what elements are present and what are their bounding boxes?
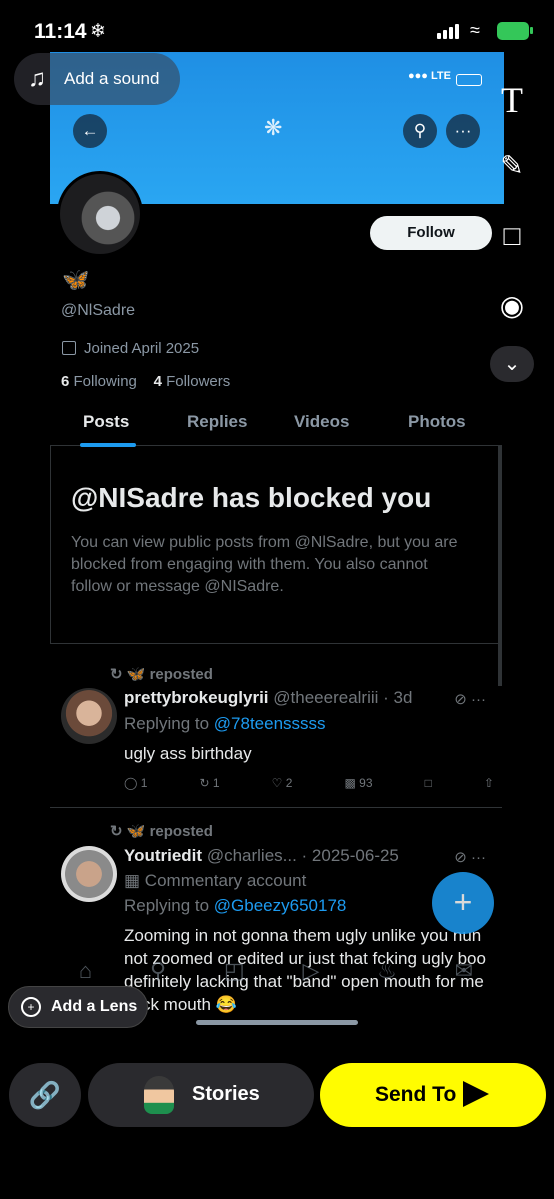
inner-battery-icon [456, 74, 482, 86]
repost-icon[interactable]: ↻ 1 [200, 776, 220, 790]
calendar-icon [62, 341, 76, 355]
home-indicator[interactable] [196, 1020, 358, 1025]
send-arrow-icon [463, 1081, 489, 1107]
more-options-icon[interactable]: ··· [446, 114, 480, 148]
joined-date: Joined April 2025 [84, 340, 200, 357]
reply-icon[interactable]: ◯ 1 [124, 776, 147, 790]
tab-photos[interactable]: Photos [408, 412, 466, 432]
commentary-badge: ▦ Commentary account [124, 871, 307, 890]
post-more-icon[interactable]: ⊘ ··· [454, 848, 486, 866]
bookmark-icon[interactable]: □ [425, 776, 432, 790]
text-tool-icon[interactable]: T [490, 78, 534, 122]
replying-to: Replying to @Gbeezy650178 [124, 896, 347, 915]
grok-icon[interactable]: ◰ [224, 958, 245, 984]
messages-icon[interactable]: ✉ [455, 958, 473, 984]
send-to-button[interactable]: Send To [320, 1063, 546, 1127]
chevron-down-icon[interactable]: ⌄ [490, 346, 534, 382]
share-icon[interactable]: ⇧ [484, 776, 494, 790]
following-link[interactable]: 6 Following [61, 373, 137, 390]
post-item[interactable]: ↻ 🦋 reposted prettybrokeuglyrii @theeere… [50, 652, 502, 808]
video-icon[interactable]: ▷ [302, 958, 319, 984]
status-time: 11:14 [34, 20, 87, 43]
scrollbar[interactable] [498, 446, 502, 686]
inner-status-lte: ●●● LTE [408, 70, 451, 82]
add-lens-label: Add a Lens [51, 998, 138, 1015]
pencil-icon[interactable]: ✎ [490, 144, 534, 188]
follow-button[interactable]: Follow [370, 216, 492, 250]
blocked-body: You can view public posts from @NlSadre,… [71, 534, 458, 595]
like-icon[interactable]: ♡ 2 [272, 776, 293, 790]
replying-to: Replying to @78teensssss [124, 714, 326, 733]
profile-handle: @NlSadre [61, 302, 136, 319]
stories-label: Stories [192, 1083, 260, 1105]
add-lens-button[interactable]: + Add a Lens [8, 986, 148, 1028]
blocked-title: @NISadre has blocked you [71, 482, 432, 513]
status-bar: 11:14 ❄ ≈ [0, 0, 554, 60]
wifi-icon: ≈ [470, 20, 480, 40]
blocked-notice: @NISadre has blocked you You can view pu… [50, 446, 502, 644]
back-arrow-icon[interactable]: ← [73, 114, 107, 148]
profile-avatar[interactable] [57, 171, 143, 257]
search-icon[interactable]: ⚲ [403, 114, 437, 148]
post-more-icon[interactable]: ⊘ ··· [454, 690, 486, 708]
compose-button[interactable]: + [432, 872, 494, 934]
add-sound-button[interactable]: ♫ Add a sound [14, 53, 180, 105]
repost-label: ↻ 🦋 reposted [110, 666, 213, 683]
home-icon[interactable]: ⌂ [79, 958, 92, 984]
tab-videos[interactable]: Videos [294, 412, 349, 432]
post-text: ugly ass birthday [124, 744, 252, 763]
stories-button[interactable]: Stories [88, 1063, 314, 1127]
mention-link[interactable]: @Gbeezy650178 [214, 896, 347, 915]
profile-tabs: Posts Replies Videos Photos [50, 400, 502, 447]
add-sound-label: Add a sound [64, 69, 160, 88]
butterfly-icon: 🦋 [62, 267, 90, 292]
followers-link[interactable]: 4 Followers [154, 373, 231, 390]
snowflake-icon: ❄ [90, 21, 106, 42]
tab-posts[interactable]: Posts [83, 412, 129, 432]
avatar[interactable] [61, 846, 117, 902]
cellular-signal-icon [437, 24, 459, 39]
lens-icon: + [21, 997, 41, 1017]
loading-spinner-icon: ❋ [264, 115, 283, 140]
search-icon[interactable]: ⚲ [150, 958, 166, 984]
post-actions: ◯ 1 ↻ 1 ♡ 2 ▩ 93 □ ⇧ [124, 776, 494, 790]
notifications-bell-icon[interactable]: ♨ [377, 958, 397, 984]
post-author[interactable]: prettybrokeuglyrii @theeerealriii · 3d [124, 688, 412, 708]
link-icon[interactable]: 🔗 [9, 1063, 81, 1127]
sticker-icon[interactable]: □ [490, 214, 534, 258]
views-icon[interactable]: ▩ 93 [345, 776, 373, 790]
camera-flip-icon[interactable]: ◉ [490, 284, 534, 328]
repost-label: ↻ 🦋 reposted [110, 823, 213, 840]
music-note-icon: ♫ [28, 65, 46, 92]
follow-counts: 6 Following 4 Followers [61, 373, 230, 390]
battery-charging-icon [497, 22, 533, 40]
mention-link[interactable]: @78teensssss [214, 714, 326, 733]
post-author[interactable]: Youtriedit @charlies... · 2025-06-25 [124, 846, 399, 866]
tab-replies[interactable]: Replies [187, 412, 247, 432]
bitmoji-avatar-icon [144, 1076, 174, 1114]
avatar[interactable] [61, 688, 117, 744]
send-to-label: Send To [375, 1083, 457, 1106]
